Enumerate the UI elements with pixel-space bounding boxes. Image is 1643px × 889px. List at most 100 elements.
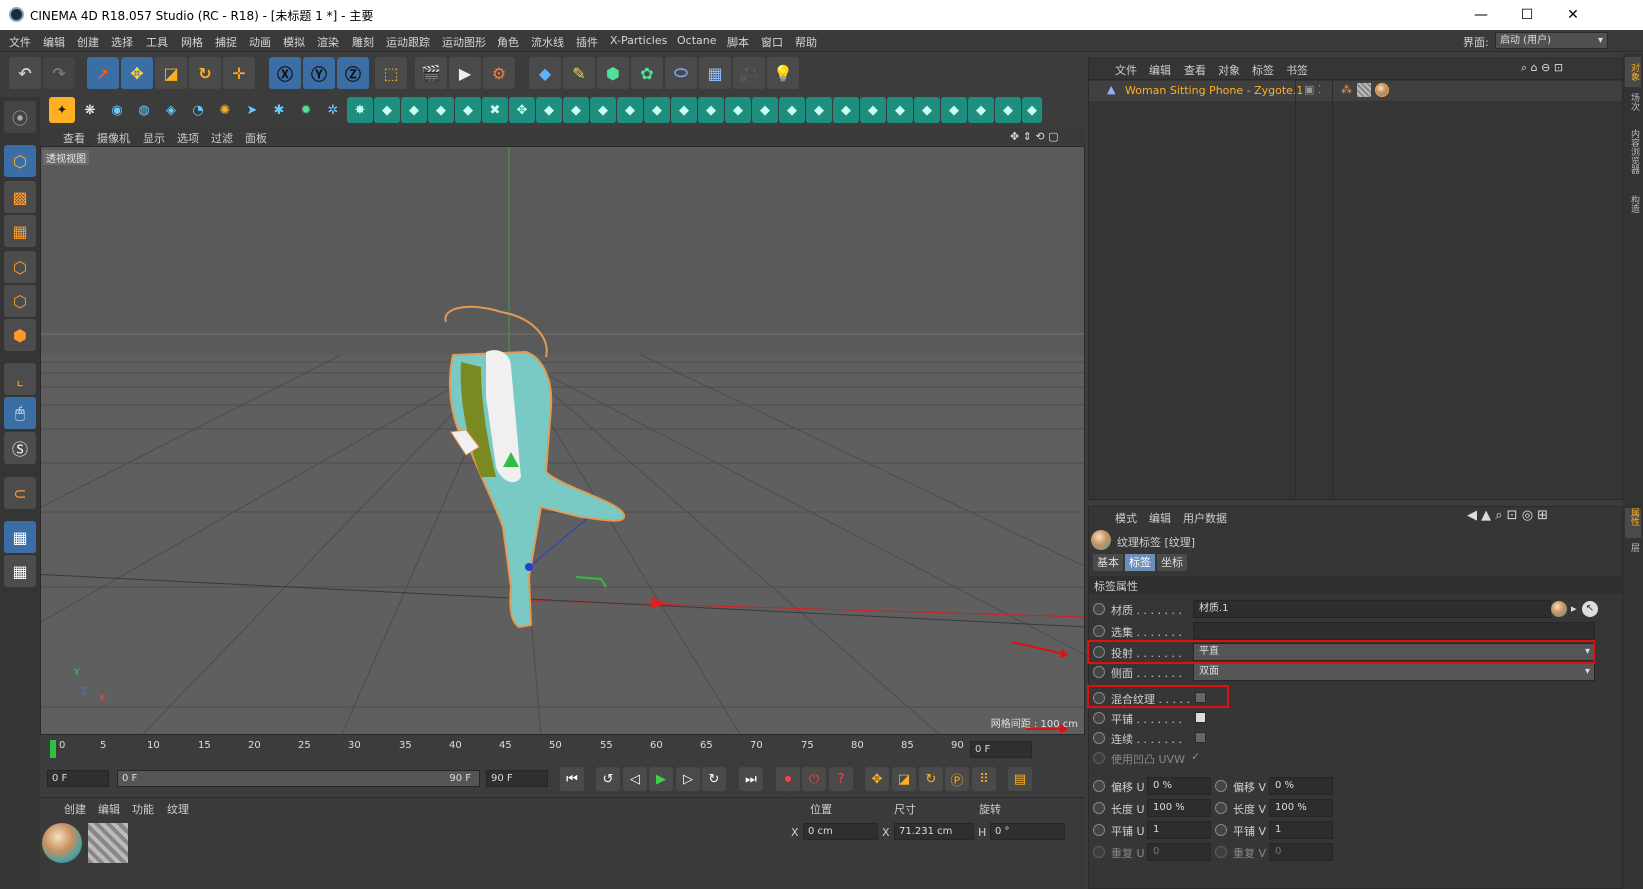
xp-icon-1[interactable]: ✸ [347,97,373,123]
object-menu-file[interactable]: 文件 [1115,62,1137,78]
length-v-field[interactable]: 100 % [1269,799,1333,817]
xp-icon-15[interactable]: ◆ [725,97,751,123]
points-mode-icon[interactable]: ⬡ [4,251,36,283]
attr-menu-mode[interactable]: 模式 [1115,510,1137,526]
xp-icon-25[interactable]: ◆ [995,97,1021,123]
cube-icon[interactable]: ◆ [529,57,561,89]
object-menu-tags[interactable]: 标签 [1252,62,1274,78]
render-view-icon[interactable]: 🎬 [415,57,447,89]
side-tab-objects[interactable]: 对象 [1625,57,1641,87]
move-tool-icon[interactable]: ✥ [121,57,153,89]
xp-icon-6[interactable]: ✖ [482,97,508,123]
rotation-h-field[interactable]: 0 ° [990,823,1065,840]
viewport-menu-filter[interactable]: 过滤 [211,130,233,146]
menu-mesh[interactable]: 网格 [181,34,203,50]
layout-dropdown[interactable]: 启动 (用户) ▾ [1495,32,1608,49]
planar-workplane-icon[interactable]: ▦ [4,555,36,587]
menu-plugins[interactable]: 插件 [576,34,598,50]
xp-icon-8[interactable]: ◆ [536,97,562,123]
end-frame-field[interactable]: 90 F [486,770,548,787]
xp-icon-16[interactable]: ◆ [752,97,778,123]
goto-start-icon[interactable]: ⏮ [560,767,584,791]
key-pla-icon[interactable]: ⠿ [972,767,996,791]
offset-u-radio[interactable] [1093,780,1105,792]
material-menu-create[interactable]: 创建 [64,801,86,817]
rotate-tool-icon[interactable]: ↻ [189,57,221,89]
visibility-dots-icon[interactable]: ▣ ⁚ [1304,83,1321,96]
menu-motion-tracking[interactable]: 运动跟踪 [386,34,430,50]
plugin-icon-5[interactable]: ◈ [158,97,184,123]
next-frame-icon[interactable]: ▷ [676,767,700,791]
menu-script[interactable]: 脚本 [727,34,749,50]
subdivision-icon[interactable]: ⬢ [597,57,629,89]
play-icon[interactable]: ▶ [649,767,673,791]
timeline-icon[interactable]: ▤ [1008,767,1032,791]
object-menu-bookmarks[interactable]: 书签 [1286,62,1308,78]
side-tab-structure[interactable]: 构造 [1625,195,1641,225]
menu-select[interactable]: 选择 [111,34,133,50]
selection-anim-radio[interactable] [1093,625,1105,637]
menu-octane[interactable]: Octane [677,34,717,47]
length-u-field[interactable]: 100 % [1147,799,1211,817]
tiles-u-radio[interactable] [1093,824,1105,836]
xp-icon-7[interactable]: ✥ [509,97,535,123]
xp-icon-11[interactable]: ◆ [617,97,643,123]
menu-render[interactable]: 渲染 [317,34,339,50]
coordinate-system-icon[interactable]: ⬚ [375,57,407,89]
object-manager-nav-icons[interactable]: ⌕ ⌂ ⊖ ⊡ [1521,61,1563,75]
side-tab-layers[interactable]: 层 [1625,543,1641,573]
make-editable-icon[interactable]: ⦿ [4,101,36,133]
texture-mode-icon[interactable]: ▩ [4,181,36,213]
attr-menu-userdata[interactable]: 用户数据 [1183,510,1227,526]
next-key-icon[interactable]: ↻ [702,767,726,791]
xp-icon-3[interactable]: ◆ [401,97,427,123]
material-preview-icon[interactable] [1551,601,1567,617]
seamless-checkbox[interactable] [1195,732,1206,743]
menu-edit[interactable]: 编辑 [43,34,65,50]
selection-field[interactable] [1193,622,1595,640]
xp-icon-17[interactable]: ◆ [779,97,805,123]
xp-icon-20[interactable]: ◆ [860,97,886,123]
xp-icon-10[interactable]: ◆ [590,97,616,123]
floor-icon[interactable]: ▦ [699,57,731,89]
xp-icon-12[interactable]: ◆ [644,97,670,123]
menu-window[interactable]: 窗口 [761,34,783,50]
xp-icon-23[interactable]: ◆ [941,97,967,123]
offset-v-field[interactable]: 0 % [1269,777,1333,795]
minimize-button[interactable]: — [1458,0,1504,30]
plugin-icon-1[interactable]: ✦ [49,97,75,123]
size-x-field[interactable]: 71.231 cm [894,823,974,840]
material-menu-edit[interactable]: 编辑 [98,801,120,817]
tab-coordinates[interactable]: 坐标 [1157,554,1187,571]
menu-sculpt[interactable]: 雕刻 [352,34,374,50]
plugin-icon-8[interactable]: ➤ [239,97,265,123]
xp-icon-2[interactable]: ◆ [374,97,400,123]
menu-snap[interactable]: 捕捉 [215,34,237,50]
select-tool-icon[interactable]: ➚ [87,57,119,89]
key-position-icon[interactable]: ✥ [865,767,889,791]
xp-icon-18[interactable]: ◆ [806,97,832,123]
side-tab-attributes[interactable]: 属性 [1625,508,1641,538]
menu-simulate[interactable]: 模拟 [283,34,305,50]
locked-workplane-icon[interactable]: ▦ [4,521,36,553]
prev-frame-icon[interactable]: ◁ [623,767,647,791]
camera-icon[interactable]: 🎥 [733,57,765,89]
object-menu-objects[interactable]: 对象 [1218,62,1240,78]
maximize-button[interactable]: ☐ [1504,0,1550,30]
axis-mode-icon[interactable]: ⌞ [4,363,36,395]
material-link-field[interactable]: 材质.1 [1193,600,1551,618]
key-param-icon[interactable]: Ⓟ [945,767,969,791]
auto-key-icon[interactable]: ⏻ [802,767,826,791]
plugin-icon-4[interactable]: ◍ [131,97,157,123]
side-tab-takes[interactable]: 场次 [1625,93,1641,123]
tile-checkbox[interactable] [1195,712,1206,723]
clear-link-icon[interactable]: ↖ [1582,601,1598,617]
object-menu-view[interactable]: 查看 [1184,62,1206,78]
goto-end-icon[interactable]: ⏭ [739,767,763,791]
xp-icon-14[interactable]: ◆ [698,97,724,123]
menu-mograph[interactable]: 运动图形 [442,34,486,50]
attr-nav-icons[interactable]: ◀ ▲ ⌕ ⊡ ◎ ⊞ [1467,508,1548,523]
tab-tag[interactable]: 标签 [1125,554,1155,571]
menu-xparticles[interactable]: X-Particles [610,34,667,47]
plugin-icon-9[interactable]: ✱ [266,97,292,123]
